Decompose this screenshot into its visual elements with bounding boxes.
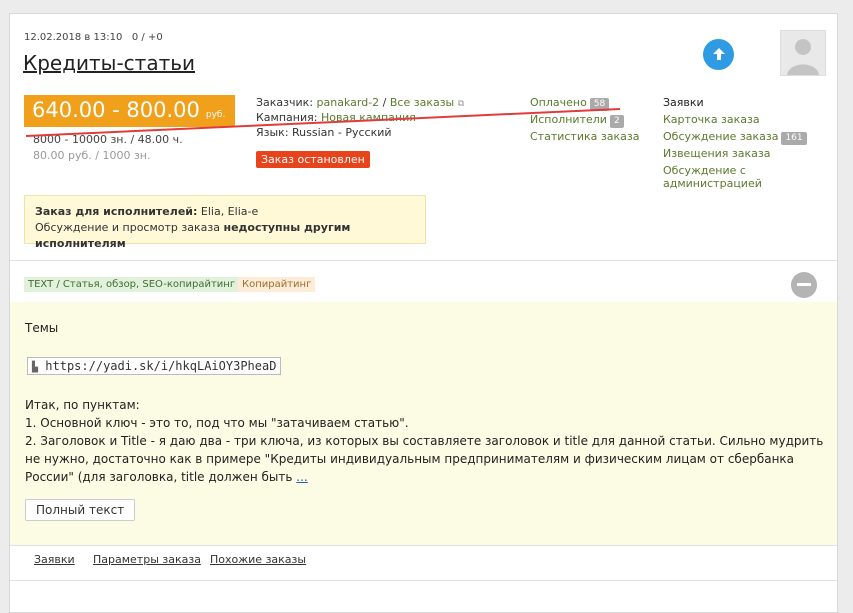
executors-notice: Заказ для исполнителей: Elia, Elia-e Обс… [24, 195, 426, 250]
gear-icon[interactable] [791, 272, 817, 298]
red-strike-line [25, 108, 621, 137]
content-heading: Темы [25, 321, 59, 335]
full-text-button[interactable]: Полный текст [25, 499, 136, 521]
type-tag[interactable]: Копирайтинг [238, 277, 316, 292]
admin-discussion-link[interactable]: Обсуждение с администрацией [663, 164, 837, 190]
executors-names: Elia, Elia-e [200, 205, 259, 218]
tab-similar-orders[interactable]: Похожие заказы [210, 553, 306, 566]
tab-order-params[interactable]: Параметры заказа [93, 553, 201, 566]
divider [10, 580, 837, 581]
divider [10, 260, 837, 261]
file-link[interactable]: ▙ https://yadi.sk/i/hkqLAiOY3PheaD [27, 357, 282, 375]
file-icon: ▙ [32, 362, 39, 373]
content-body: Итак, по пунктам: 1. Основной ключ - это… [25, 398, 824, 484]
divider [10, 545, 837, 546]
tab-requests[interactable]: Заявки [34, 553, 75, 566]
order-card: 12.02.2018 в 13:10 0 / +0 Кредиты-статьи… [9, 13, 838, 613]
more-link[interactable]: ... [296, 470, 307, 484]
category-tag[interactable]: TEXT / Статья, обзор, SEO-копирайтинг [24, 277, 240, 292]
